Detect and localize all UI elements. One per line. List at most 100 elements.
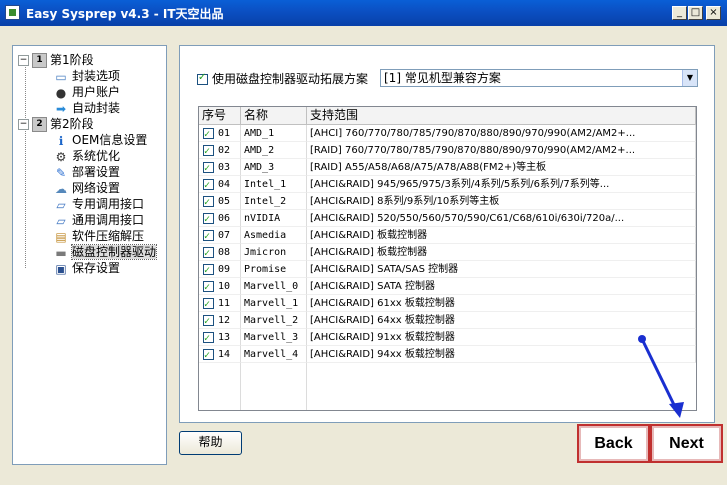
- row-scope: [AHCI] 760/770/780/785/790/870/880/890/9…: [310, 128, 636, 139]
- row-num-cell[interactable]: 01: [199, 125, 241, 142]
- table-row[interactable]: 08 Jmicron[AHCI&RAID] 板载控制器: [199, 244, 696, 261]
- table-row[interactable]: 07 Asmedia[AHCI&RAID] 板载控制器: [199, 227, 696, 244]
- tree-item[interactable]: ✎ 部署设置: [53, 164, 120, 180]
- tree-item[interactable]: ▬ 磁盘控制器驱动: [53, 244, 158, 260]
- table-row[interactable]: 10 Marvell_0[AHCI&RAID] SATA 控制器: [199, 278, 696, 295]
- table-row[interactable]: 13 Marvell_3[AHCI&RAID] 91xx 板载控制器: [199, 329, 696, 346]
- table-row[interactable]: 12 Marvell_2[AHCI&RAID] 64xx 板载控制器: [199, 312, 696, 329]
- table-row[interactable]: 11 Marvell_1[AHCI&RAID] 61xx 板载控制器: [199, 295, 696, 312]
- tree-item[interactable]: ➡ 自动封装: [53, 100, 120, 116]
- row-num-cell[interactable]: 12: [199, 312, 241, 329]
- row-num-cell[interactable]: 06: [199, 210, 241, 227]
- row-scope: [AHCI&RAID] 板载控制器: [310, 247, 428, 258]
- maximize-button[interactable]: □: [688, 6, 703, 20]
- next-button[interactable]: Next: [650, 424, 723, 463]
- tree-item[interactable]: ▱ 专用调用接口: [53, 196, 144, 212]
- table-row[interactable]: 04 Intel_1[AHCI&RAID] 945/965/975/3系列/4系列…: [199, 176, 696, 193]
- table-row[interactable]: 02 AMD_2[RAID] 760/770/780/785/790/870/88…: [199, 142, 696, 159]
- table-row[interactable]: 09 Promise[AHCI&RAID] SATA/SAS 控制器: [199, 261, 696, 278]
- row-name-cell: Promise: [241, 261, 307, 278]
- column-header-num[interactable]: 序号: [199, 107, 241, 124]
- tree-item[interactable]: ☁ 网络设置: [53, 180, 120, 196]
- table-row[interactable]: 01 AMD_1[AHCI] 760/770/780/785/790/870/88…: [199, 125, 696, 142]
- monitor-icon: ▭: [55, 69, 67, 84]
- row-checkbox[interactable]: [203, 211, 214, 226]
- driver-list[interactable]: 序号 名称 支持范围 01 AMD_1[AHCI] 760/770/780/785…: [198, 106, 697, 411]
- row-checkbox[interactable]: [203, 330, 214, 345]
- row-checkbox[interactable]: [203, 296, 214, 311]
- row-num: 03: [218, 162, 231, 173]
- row-num-cell[interactable]: 09: [199, 261, 241, 278]
- row-num-cell[interactable]: 02: [199, 142, 241, 159]
- navigation-tree[interactable]: −1 第1阶段 ▭ 封装选项 ● 用户账户 ➡ 自动封装 −2 第2阶段 ℹ OEM信息设置 ⚙ 系…: [12, 45, 167, 465]
- row-scope-cell: [AHCI&RAID] 板载控制器: [307, 227, 696, 244]
- row-checkbox[interactable]: [203, 279, 214, 294]
- row-num-cell[interactable]: 14: [199, 346, 241, 363]
- row-scope-cell: [AHCI&RAID] 91xx 板载控制器: [307, 329, 696, 346]
- row-checkbox[interactable]: [203, 228, 214, 243]
- interface-icon: ▱: [56, 213, 66, 228]
- tree-item[interactable]: ▱ 通用调用接口: [53, 212, 144, 228]
- row-checkbox[interactable]: [203, 143, 214, 158]
- row-scope-cell: [AHCI] 760/770/780/785/790/870/880/890/9…: [307, 125, 696, 142]
- network-icon: ☁: [55, 181, 67, 196]
- tree-stage-label: 第2阶段: [50, 117, 94, 131]
- minimize-button[interactable]: _: [672, 6, 687, 20]
- table-row[interactable]: 14 Marvell_4[AHCI&RAID] 94xx 板载控制器: [199, 346, 696, 363]
- row-checkbox[interactable]: [203, 177, 214, 192]
- row-num-cell[interactable]: 11: [199, 295, 241, 312]
- row-num-cell[interactable]: 04: [199, 176, 241, 193]
- row-scope: [AHCI&RAID] 8系列/9系列/10系列等主板: [310, 196, 500, 207]
- row-name-cell: Marvell_0: [241, 278, 307, 295]
- row-checkbox[interactable]: [203, 245, 214, 260]
- back-button[interactable]: Back: [577, 424, 650, 463]
- column-header-name[interactable]: 名称: [241, 107, 307, 124]
- table-row[interactable]: 05 Intel_2[AHCI&RAID] 8系列/9系列/10系列等主板: [199, 193, 696, 210]
- row-checkbox[interactable]: [203, 313, 214, 328]
- tree-item[interactable]: ▣ 保存设置: [53, 260, 120, 276]
- table-row[interactable]: 06 nVIDIA[AHCI&RAID] 520/550/560/570/590/…: [199, 210, 696, 227]
- tree-item[interactable]: ▤ 软件压缩解压: [53, 228, 144, 244]
- tools-icon: ✎: [55, 165, 67, 180]
- collapse-toggle-icon[interactable]: −: [18, 119, 29, 130]
- row-num: 04: [218, 179, 231, 190]
- tree-item[interactable]: ℹ OEM信息设置: [53, 132, 148, 148]
- chevron-down-icon[interactable]: ▼: [682, 70, 697, 86]
- row-num-cell[interactable]: 03: [199, 159, 241, 176]
- scheme-select[interactable]: [1] 常见机型兼容方案 ▼: [380, 69, 698, 87]
- row-name-cell: AMD_3: [241, 159, 307, 176]
- driver-extension-checkbox[interactable]: [197, 72, 208, 85]
- title-bar: Easy Sysprep v4.3 - IT天空出品 _ □ ×: [0, 0, 727, 26]
- row-num-cell[interactable]: 08: [199, 244, 241, 261]
- interface-icon: ▱: [56, 197, 66, 212]
- close-button[interactable]: ×: [706, 6, 721, 20]
- row-scope: [AHCI&RAID] 94xx 板载控制器: [310, 349, 455, 360]
- tree-item-label: 磁盘控制器驱动: [70, 244, 158, 260]
- row-checkbox[interactable]: [203, 194, 214, 209]
- row-scope-cell: [RAID] A55/A58/A68/A75/A78/A88(FM2+)等主板: [307, 159, 696, 176]
- row-num-cell[interactable]: 10: [199, 278, 241, 295]
- row-checkbox[interactable]: [203, 160, 214, 175]
- tree-item[interactable]: ⚙ 系统优化: [53, 148, 120, 164]
- row-num: 06: [218, 213, 231, 224]
- tree-stage-1[interactable]: −1 第1阶段: [18, 52, 94, 68]
- row-name-cell: Marvell_2: [241, 312, 307, 329]
- disk-icon: ▬: [55, 245, 67, 260]
- collapse-toggle-icon[interactable]: −: [18, 55, 29, 66]
- table-row[interactable]: 03 AMD_3[RAID] A55/A58/A68/A75/A78/A88(FM…: [199, 159, 696, 176]
- tree-item[interactable]: ▭ 封装选项: [53, 68, 120, 84]
- row-num-cell[interactable]: 05: [199, 193, 241, 210]
- driver-extension-option[interactable]: 使用磁盘控制器驱动拓展方案: [197, 70, 368, 87]
- column-header-scope[interactable]: 支持范围: [307, 107, 696, 124]
- row-checkbox[interactable]: [203, 126, 214, 141]
- row-num-cell[interactable]: 07: [199, 227, 241, 244]
- row-num-cell[interactable]: 13: [199, 329, 241, 346]
- help-button[interactable]: 帮助: [179, 431, 242, 455]
- tree-item[interactable]: ● 用户账户: [53, 84, 120, 100]
- row-name-cell: Jmicron: [241, 244, 307, 261]
- row-scope: [RAID] 760/770/780/785/790/870/880/890/9…: [310, 145, 636, 156]
- row-checkbox[interactable]: [203, 347, 214, 362]
- row-num: 09: [218, 264, 231, 275]
- tree-stage-2[interactable]: −2 第2阶段: [18, 116, 94, 132]
- row-checkbox[interactable]: [203, 262, 214, 277]
